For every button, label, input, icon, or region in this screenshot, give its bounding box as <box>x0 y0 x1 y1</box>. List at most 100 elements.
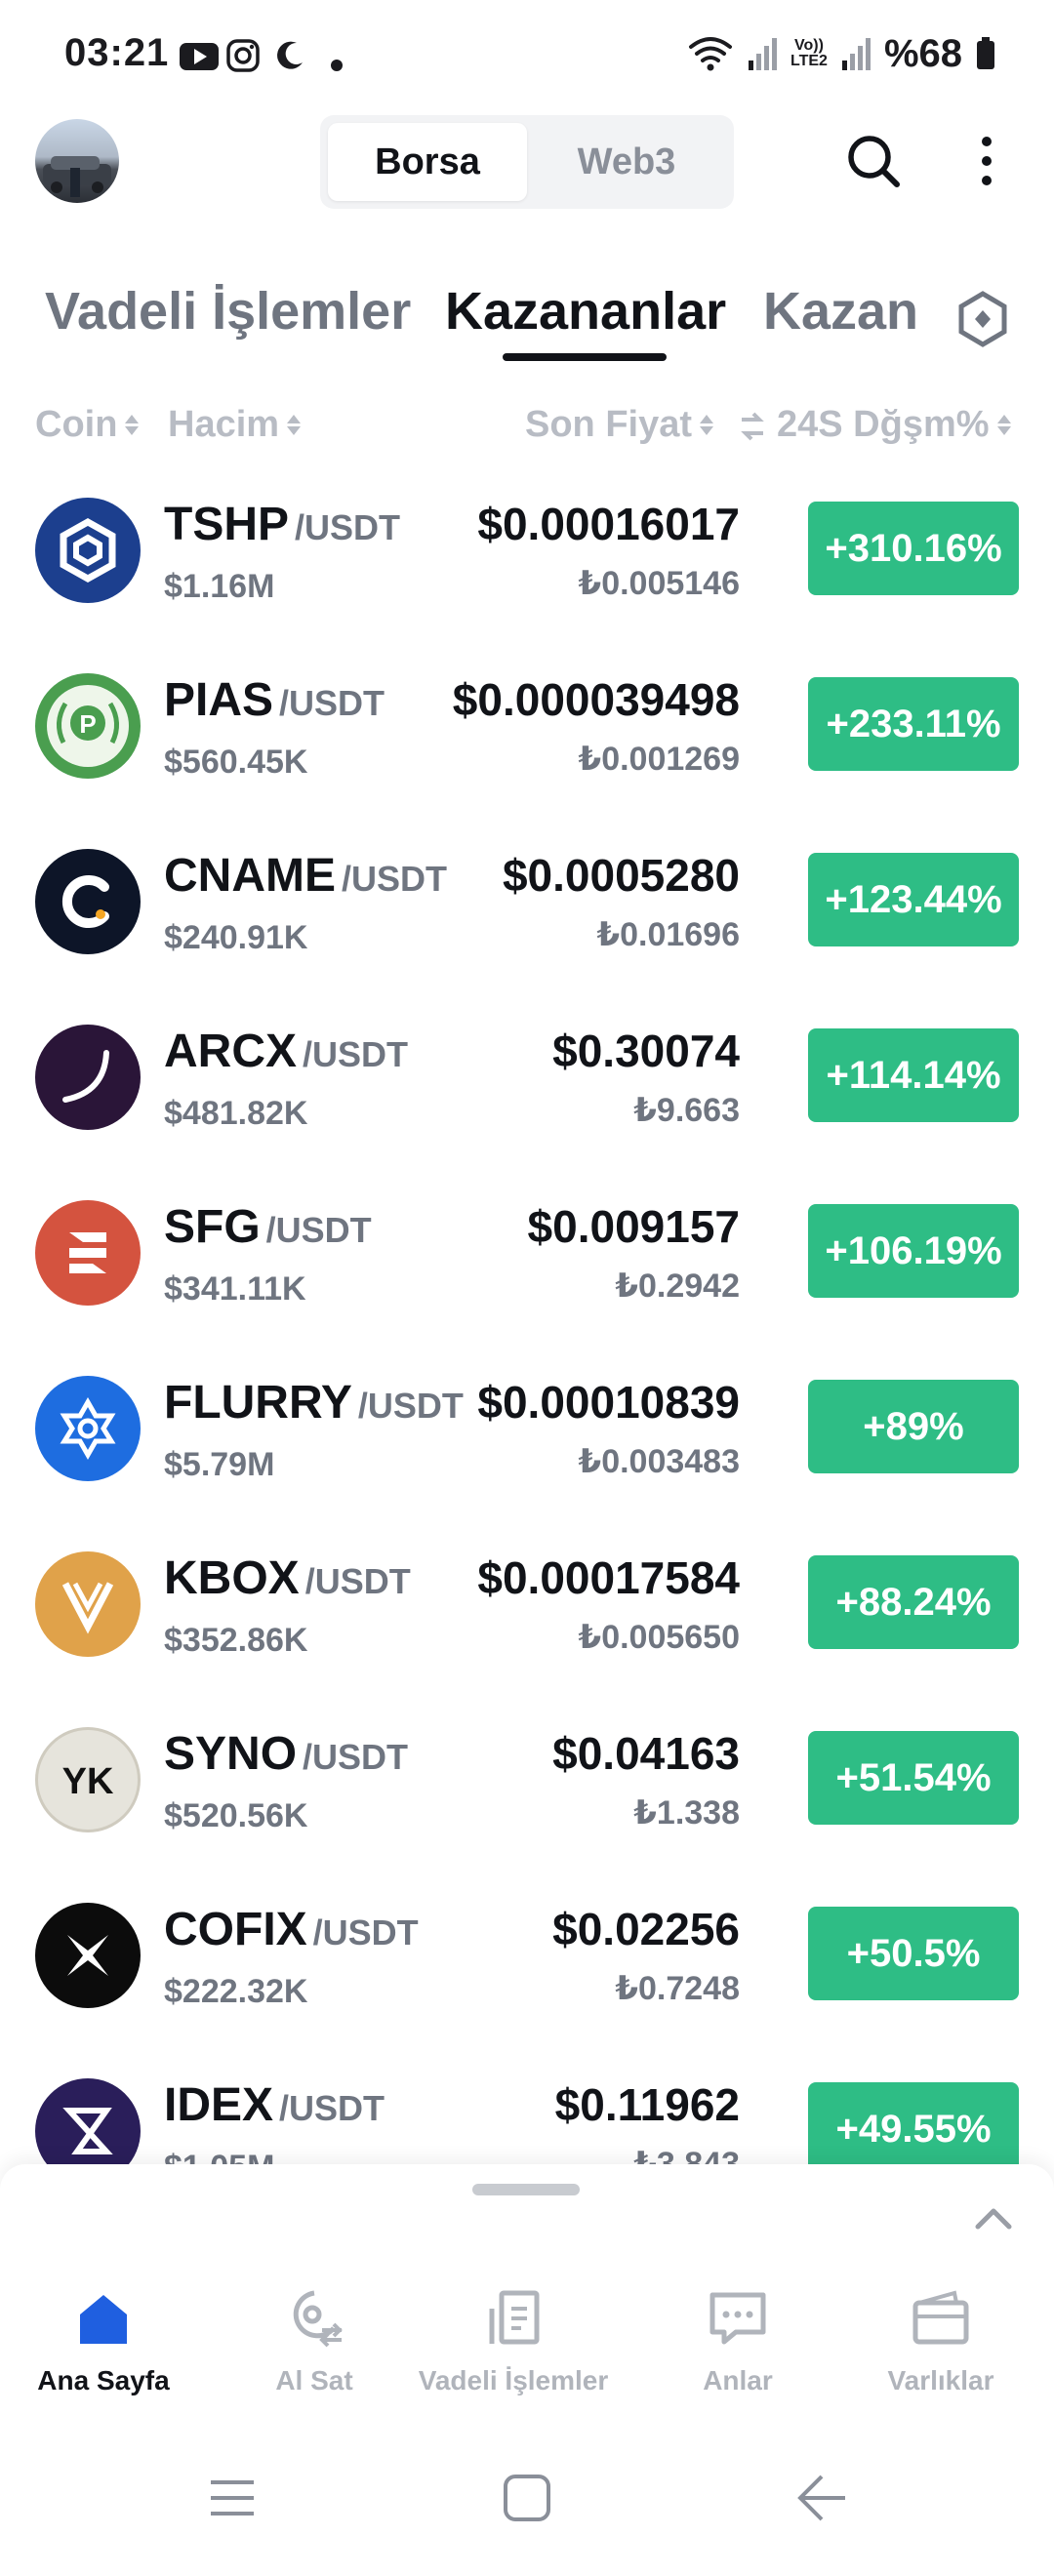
nav-futures[interactable]: Vadeli İşlemler <box>416 2287 611 2396</box>
nav-home[interactable]: Ana Sayfa <box>6 2287 201 2396</box>
recent-apps-icon[interactable] <box>203 2469 262 2527</box>
tab-kazananlar[interactable]: Kazananlar <box>445 281 726 342</box>
dot-icon <box>331 60 343 71</box>
change-badge[interactable]: +123.44% <box>808 853 1019 946</box>
coin-symbol: ARCX <box>164 1026 298 1077</box>
home-button-icon[interactable] <box>498 2469 556 2527</box>
nav-moments[interactable]: Anlar <box>640 2287 835 2396</box>
syno-monogram-icon: YK <box>35 1727 141 1832</box>
list-item[interactable]: KBOX/USDT $352.86K $0.00017584 ₺0.005650 +88… <box>0 1532 1054 1708</box>
hexagon-link-icon <box>35 498 141 603</box>
change-badge[interactable]: +50.5% <box>808 1907 1019 2000</box>
list-item[interactable]: TSHP/USDT $1.16M $0.00016017 ₺0.005146 +310.… <box>0 478 1054 654</box>
tab-kazan[interactable]: Kazan <box>763 281 918 342</box>
quote-currency: /USDT <box>279 2088 385 2128</box>
column-header-volume-label: Hacim <box>168 404 280 445</box>
column-header-volume[interactable]: Hacim <box>168 404 302 446</box>
change-badge[interactable]: +88.24% <box>808 1555 1019 1649</box>
drag-handle[interactable] <box>472 2184 580 2195</box>
list-item[interactable]: FLURRY/USDT $5.79M $0.00010839 ₺0.003483 +89… <box>0 1356 1054 1532</box>
tab-settings-icon[interactable] <box>953 289 1013 349</box>
quote-currency: /USDT <box>342 859 447 899</box>
change-badge[interactable]: +106.19% <box>808 1204 1019 1298</box>
column-header-change-label: 24S Dğşm% <box>777 404 990 445</box>
lte-indicator: Vo)) LTE2 <box>790 38 828 69</box>
home-icon <box>80 2295 127 2344</box>
stacked-s-icon <box>35 1200 141 1306</box>
volume-value: $5.79M <box>164 1446 275 1483</box>
last-price: $0.30074 <box>552 1026 740 1076</box>
last-price: $0.02256 <box>552 1904 740 1954</box>
search-button[interactable] <box>839 127 908 195</box>
last-price: $0.11962 <box>554 2079 740 2130</box>
chevron-up-icon[interactable] <box>974 2199 1013 2238</box>
moon-icon <box>277 41 303 69</box>
quote-currency: /USDT <box>357 1386 464 1426</box>
list-item[interactable]: P PIAS/USDT $560.45K $0.000039498 ₺0.001269 +… <box>0 654 1054 829</box>
column-header-change[interactable]: 24S Dğşm% <box>777 404 1011 446</box>
list-item[interactable]: COFIX/USDT $222.32K $0.02256 ₺0.7248 +50.5% <box>0 1883 1054 2059</box>
column-header-last-price-label: Son Fiyat <box>525 404 693 445</box>
trading-pair: TSHP/USDT <box>164 498 400 551</box>
quote-currency: /USDT <box>303 1034 409 1074</box>
trading-pair: PIAS/USDT <box>164 673 385 727</box>
trading-pair: SFG/USDT <box>164 1200 372 1254</box>
svg-text:P: P <box>79 709 96 739</box>
list-item[interactable]: SFG/USDT $341.11K $0.009157 ₺0.2942 +106.19% <box>0 1181 1054 1356</box>
list-item[interactable]: CNAME/USDT $240.91K $0.0005280 ₺0.01696 +123… <box>0 829 1054 1005</box>
sort-icon <box>700 415 714 435</box>
quote-currency: /USDT <box>312 1912 419 1952</box>
trading-pair: IDEX/USDT <box>164 2078 385 2132</box>
change-badge[interactable]: +49.55% <box>808 2082 1019 2176</box>
nav-trade[interactable]: Al Sat <box>217 2287 412 2396</box>
chat-icon <box>709 2292 766 2345</box>
change-badge[interactable]: +89% <box>808 1380 1019 1473</box>
coin-symbol: CNAME <box>164 850 336 902</box>
volume-value: $520.56K <box>164 1797 308 1834</box>
last-price: $0.009157 <box>527 1201 740 1252</box>
x-cross-icon <box>35 1903 141 2008</box>
trading-pair: KBOX/USDT <box>164 1551 411 1605</box>
back-icon[interactable] <box>792 2469 851 2527</box>
change-badge[interactable]: +233.11% <box>808 677 1019 771</box>
lte-label-top: Vo)) <box>794 37 824 54</box>
segment-borsa[interactable]: Borsa <box>328 123 527 201</box>
instagram-icon <box>226 39 260 72</box>
c-letter-icon <box>35 849 141 954</box>
sort-icon <box>125 415 140 435</box>
last-price-try: ₺9.663 <box>633 1092 740 1129</box>
last-price-try: ₺0.005146 <box>578 565 740 602</box>
list-item[interactable]: YK SYNO/USDT $520.56K $0.04163 ₺1.338 +51.54% <box>0 1708 1054 1883</box>
last-price-try: ₺0.005650 <box>578 1619 740 1656</box>
volume-value: $240.91K <box>164 919 308 956</box>
avatar[interactable] <box>35 119 119 203</box>
list-item[interactable]: ARCX/USDT $481.82K $0.30074 ₺9.663 +114.14% <box>0 1005 1054 1181</box>
battery-percent: %68 <box>883 31 962 75</box>
category-tabs: Vadeli İşlemler Kazananlar Kazan <box>0 263 1054 371</box>
column-header-coin[interactable]: Coin <box>35 404 140 446</box>
last-price: $0.00016017 <box>477 499 740 549</box>
more-menu-button[interactable] <box>953 127 1021 195</box>
last-price: $0.04163 <box>552 1728 740 1779</box>
change-badge[interactable]: +114.14% <box>808 1028 1019 1122</box>
quote-currency: /USDT <box>303 1737 409 1777</box>
sort-icon <box>996 415 1011 435</box>
quote-currency: /USDT <box>279 683 385 723</box>
nav-label-trade: Al Sat <box>275 2365 353 2395</box>
status-time: 03:21 <box>64 31 170 74</box>
futures-icon <box>489 2290 540 2345</box>
change-badge[interactable]: +51.54% <box>808 1731 1019 1825</box>
nav-assets[interactable]: Varlıklar <box>843 2287 1038 2396</box>
swap-currency-icon[interactable] <box>738 410 767 443</box>
coin-symbol: KBOX <box>164 1552 300 1604</box>
trade-icon <box>293 2290 343 2348</box>
snowflake-icon <box>35 1376 141 1481</box>
nav-label-futures: Vadeli İşlemler <box>418 2365 609 2395</box>
change-badge[interactable]: +310.16% <box>808 502 1019 595</box>
column-header-last-price[interactable]: Son Fiyat <box>525 404 714 446</box>
segment-web3[interactable]: Web3 <box>527 123 726 201</box>
volume-value: $222.32K <box>164 1973 308 2010</box>
last-price-try: ₺0.7248 <box>615 1970 740 2007</box>
coin-symbol: SFG <box>164 1201 261 1253</box>
tab-vadeli-islemler[interactable]: Vadeli İşlemler <box>45 281 411 342</box>
